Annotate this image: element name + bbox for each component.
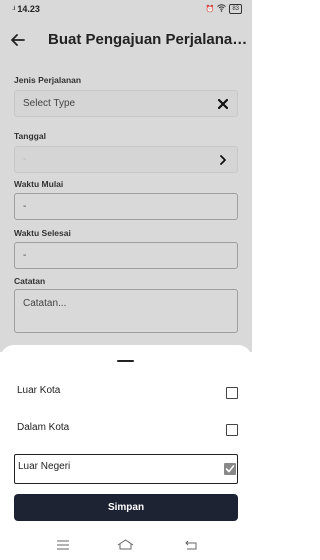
status-bar: ..ıl 14.23 ⏰ 83 [0, 0, 252, 20]
battery-icon: 83 [229, 4, 242, 14]
option-luar-negeri[interactable]: Luar Negeri [14, 454, 238, 484]
system-nav-bar [0, 527, 252, 560]
back-nav-icon[interactable] [185, 537, 198, 555]
waktu-selesai-label: Waktu Selesai [14, 228, 71, 238]
waktu-mulai-field[interactable]: - [14, 193, 238, 220]
option-label: Dalam Kota [17, 422, 70, 433]
chevron-right-icon [218, 155, 228, 165]
home-icon[interactable] [117, 537, 134, 555]
tanggal-label: Tanggal [14, 131, 46, 141]
alarm-icon: ⏰ [205, 6, 215, 13]
jenis-label: Jenis Perjalanan [14, 75, 82, 85]
option-label: Luar Negeri [18, 461, 71, 472]
waktu-mulai-value: - [23, 201, 27, 212]
catatan-placeholder: Catatan... [23, 298, 67, 309]
page-title: Buat Pengajuan Perjalana… [48, 31, 246, 48]
signal-icon: ..ıl [12, 6, 16, 12]
waktu-mulai-label: Waktu Mulai [14, 179, 64, 189]
waktu-selesai-value: - [23, 250, 27, 261]
tanggal-value: - [23, 154, 27, 165]
checkbox-unchecked[interactable] [226, 387, 238, 399]
wifi-icon [217, 4, 227, 14]
status-time: 14.23 [17, 4, 40, 14]
option-dalam-kota[interactable]: Dalam Kota [14, 416, 238, 446]
jenis-value: Select Type [23, 98, 76, 109]
save-button[interactable]: Simpan [14, 494, 238, 521]
jenis-select[interactable]: Select Type [14, 90, 238, 117]
option-label: Luar Kota [17, 385, 61, 396]
checkbox-checked-icon[interactable] [224, 463, 236, 475]
app-bar: Buat Pengajuan Perjalana… [0, 20, 252, 62]
back-arrow-icon[interactable] [9, 31, 27, 49]
option-luar-kota[interactable]: Luar Kota [14, 379, 238, 409]
catatan-label: Catatan [14, 276, 46, 286]
clear-icon[interactable] [217, 98, 229, 110]
menu-icon[interactable] [57, 537, 69, 555]
checkbox-unchecked[interactable] [226, 424, 238, 436]
tanggal-field[interactable]: - [14, 146, 238, 173]
travel-request-form: Jenis Perjalanan Select Type Tanggal - W… [0, 62, 252, 352]
sheet-handle[interactable] [117, 360, 134, 362]
waktu-selesai-field[interactable]: - [14, 242, 238, 269]
catatan-textarea[interactable]: Catatan... [14, 289, 238, 333]
